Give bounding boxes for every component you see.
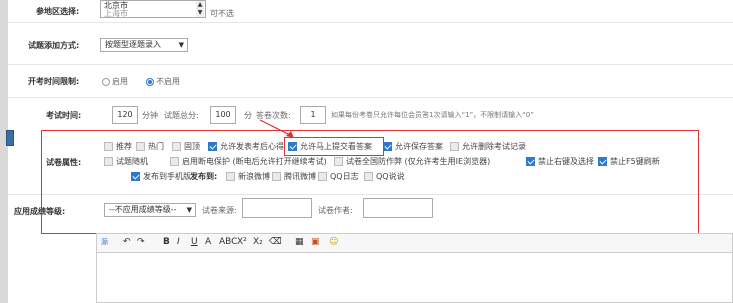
- listbox-scroll-icon[interactable]: ▲ ▼: [196, 1, 204, 17]
- minutes-unit: 分钟: [142, 111, 158, 120]
- exam-minutes-input[interactable]: 120: [112, 106, 138, 124]
- left-panel-strip: [0, 0, 14, 303]
- attempt-count-hint: 如果每份考卷只允许每位会员答1次请输入“1”，不限制请输入“0”: [331, 111, 534, 119]
- highlight-box-inner: [284, 137, 384, 156]
- toolbar-button[interactable]: ⌫: [269, 236, 282, 249]
- toolbar-button[interactable]: ☺: [329, 236, 338, 249]
- toolbar-button[interactable]: X²: [237, 236, 247, 249]
- toolbar-button[interactable]: ▦: [295, 236, 304, 249]
- region-label: 参地区选择:: [36, 7, 80, 16]
- toolbar-button[interactable]: X₂: [253, 236, 263, 249]
- total-score-label: 试题总分:: [164, 111, 199, 120]
- radio-selected-icon[interactable]: [146, 78, 154, 86]
- toolbar-button[interactable]: I: [177, 236, 180, 249]
- time-limit-enable-option[interactable]: 启用: [102, 76, 128, 87]
- toolbar-button[interactable]: 源: [101, 236, 108, 249]
- add-mode-value: 按题型逐题录入: [105, 40, 161, 49]
- region-listbox[interactable]: 北京市 上海市 ▲ ▼: [100, 0, 206, 18]
- time-limit-disable-option[interactable]: 不启用: [146, 76, 180, 87]
- time-limit-label: 开考时间限制:: [28, 77, 80, 86]
- exam-time-row: 考试时间: 120 分钟 试题总分: 100 分 答卷次数: 1 如果每份考卷只…: [8, 98, 733, 128]
- add-mode-row: 试题添加方式: 按题型逐题录入 ▼: [8, 23, 733, 65]
- toolbar-button[interactable]: A: [205, 236, 211, 249]
- toolbar-button[interactable]: U: [191, 236, 198, 249]
- editor-toolbar: 源 ↶ ↷ B I U A ABC X² X₂ ⌫ ▦ ▣ ☺: [96, 233, 733, 253]
- toolbar-button[interactable]: ↶: [123, 236, 131, 249]
- add-mode-select[interactable]: 按题型逐题录入 ▼: [100, 38, 188, 52]
- total-score-input[interactable]: 100: [210, 106, 236, 124]
- toolbar-button[interactable]: ▣: [311, 236, 320, 249]
- toolbar-button[interactable]: ABC: [219, 236, 237, 249]
- radio-icon[interactable]: [102, 78, 110, 86]
- chevron-down-icon: ▼: [178, 41, 184, 49]
- region-option[interactable]: 上海市: [104, 10, 202, 18]
- exam-time-label: 考试时间:: [46, 111, 82, 120]
- toolbar-button[interactable]: ↷: [137, 236, 145, 249]
- attempt-count-input[interactable]: 1: [300, 106, 326, 124]
- disable-label: 不启用: [156, 77, 180, 86]
- region-note: 可不选: [210, 9, 234, 18]
- region-row: 参地区选择: 北京市 上海市 ▲ ▼ 可不选: [8, 0, 733, 23]
- add-mode-label: 试题添加方式:: [28, 41, 80, 50]
- toolbar-button[interactable]: B: [163, 236, 170, 249]
- time-limit-row: 开考时间限制: 启用 不启用: [8, 65, 733, 98]
- score-unit: 分: [244, 111, 252, 120]
- enable-label: 启用: [112, 77, 128, 86]
- editor-content-area[interactable]: [96, 252, 733, 303]
